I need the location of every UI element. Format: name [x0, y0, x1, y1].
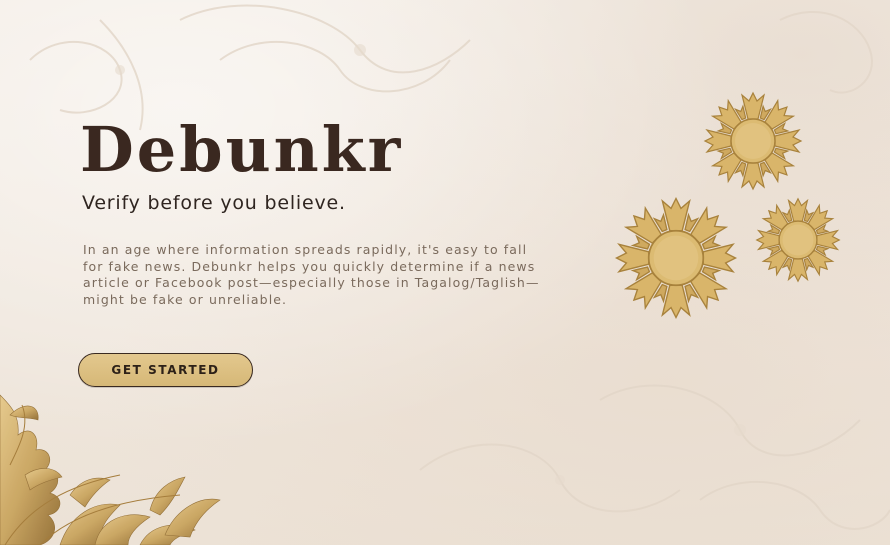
brand-title: Debunkr [80, 113, 404, 186]
philippine-sun-icon [703, 91, 803, 191]
gold-foliage-icon [0, 394, 221, 545]
hero-section: Debunkr Verify before you believe. In an… [80, 110, 550, 308]
get-started-button[interactable]: GET STARTED [78, 353, 253, 387]
tagline: Verify before you believe. [82, 192, 346, 214]
philippine-sun-icon [755, 197, 841, 283]
philippine-sun-icon [614, 196, 738, 320]
hero-description: In an age where information spreads rapi… [83, 242, 540, 307]
